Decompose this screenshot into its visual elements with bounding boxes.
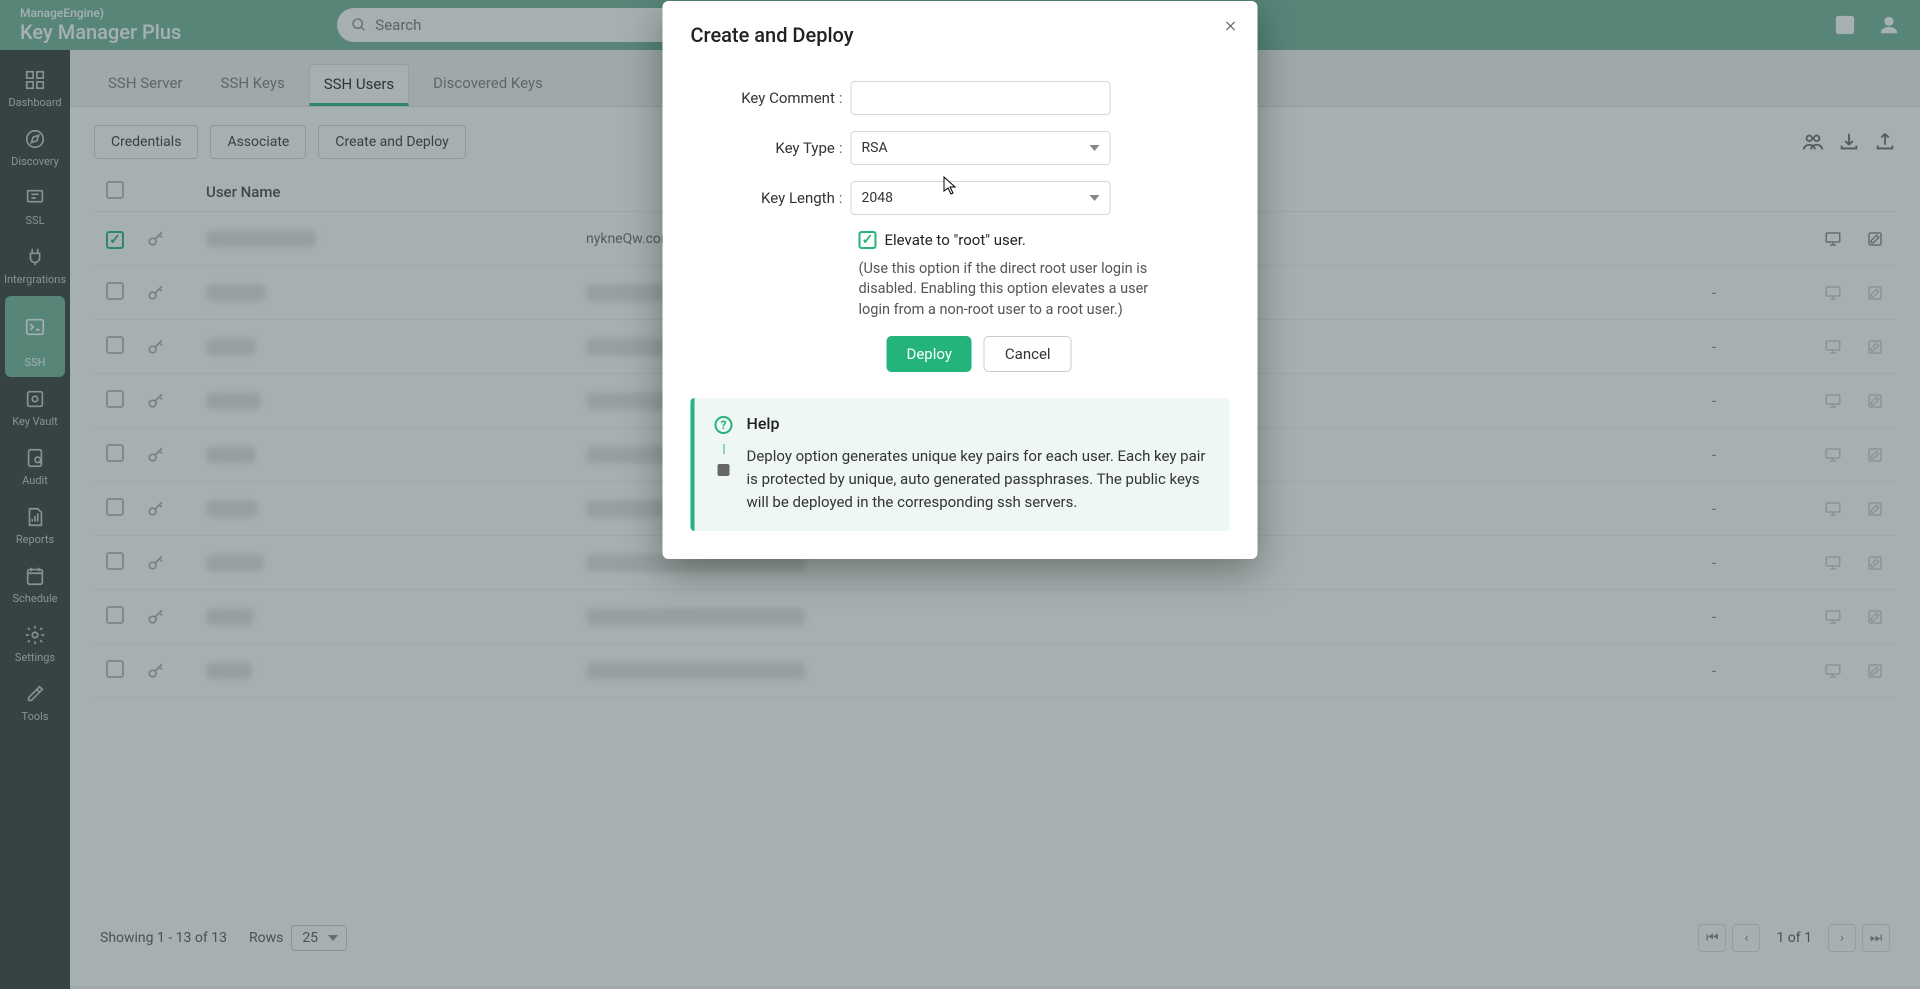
deploy-button[interactable]: Deploy <box>887 336 972 372</box>
checkbox-icon <box>859 231 877 249</box>
help-panel: ? Help Deploy option generates unique ke… <box>691 398 1230 531</box>
key-length-select[interactable]: 2048 <box>851 181 1111 215</box>
modal-title: Create and Deploy <box>691 23 1230 47</box>
key-type-select[interactable]: RSA <box>851 131 1111 165</box>
close-icon[interactable] <box>1224 19 1238 33</box>
key-comment-input[interactable] <box>851 81 1111 115</box>
cancel-button[interactable]: Cancel <box>984 336 1072 372</box>
help-body: Deploy option generates unique key pairs… <box>747 445 1210 515</box>
bullet-icon <box>718 464 730 476</box>
create-deploy-modal: Create and Deploy Key Comment: Key Type:… <box>663 1 1258 559</box>
help-icon: ? <box>715 416 733 434</box>
help-title: Help <box>747 414 1210 433</box>
elevate-note: (Use this option if the direct root user… <box>859 259 1159 320</box>
elevate-root-checkbox[interactable]: Elevate to "root" user. <box>859 231 1230 249</box>
